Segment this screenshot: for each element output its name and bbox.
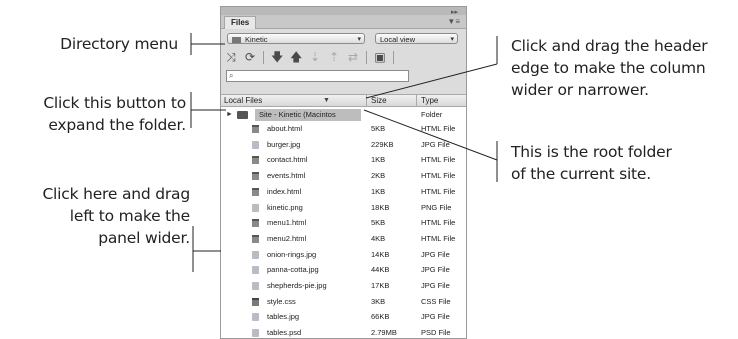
file-row[interactable]: tables.jpg 66KB JPG File bbox=[221, 310, 466, 324]
image-file-icon bbox=[252, 282, 259, 290]
toolbar-directory: Kinetic ▾ Local view ▾ bbox=[221, 29, 466, 47]
expand-panel-icon[interactable]: ▣ bbox=[374, 50, 386, 64]
panel-tab-row: Files ▼≡ bbox=[221, 15, 466, 29]
column-header-size[interactable]: Size bbox=[371, 95, 387, 106]
css-file-icon bbox=[252, 297, 259, 306]
toolbar-separator bbox=[393, 50, 394, 64]
html-file-icon bbox=[252, 187, 259, 196]
view-menu[interactable]: Local view ▾ bbox=[375, 33, 458, 44]
image-file-icon bbox=[252, 203, 259, 212]
file-row[interactable]: about.html 5KB HTML File bbox=[221, 122, 466, 136]
toolbar-separator bbox=[263, 50, 264, 64]
image-file-icon bbox=[252, 313, 259, 322]
folder-icon bbox=[232, 37, 241, 43]
panel-menu-icon[interactable]: ▼≡ bbox=[447, 17, 460, 26]
file-row[interactable]: burger.jpg 229KB JPG File bbox=[221, 138, 466, 152]
connect-icon[interactable]: ⤨ bbox=[225, 50, 237, 64]
files-panel: ▸▸ Files ▼≡ Kinetic ▾ Local view ▾ ⤨ ⟳ 🡇… bbox=[220, 6, 467, 339]
sort-arrow-icon[interactable]: ▼ bbox=[323, 95, 330, 106]
column-header-local-files[interactable]: Local Files bbox=[224, 95, 262, 106]
search-input[interactable]: ⌕ bbox=[226, 70, 409, 82]
file-row[interactable]: menu2.html 4KB HTML File bbox=[221, 232, 466, 246]
file-row[interactable]: index.html 1KB HTML File bbox=[221, 185, 466, 199]
image-file-icon bbox=[252, 266, 259, 275]
refresh-icon[interactable]: ⟳ bbox=[244, 50, 256, 64]
root-folder-row[interactable]: ► Site - Kinetic (Macintos Folder bbox=[221, 108, 466, 122]
expand-triangle-icon[interactable]: ► bbox=[226, 108, 233, 122]
html-file-icon bbox=[252, 156, 259, 165]
callout-expand-folder: Click this button to expand the folder. bbox=[43, 94, 186, 134]
file-row[interactable]: menu1.html 5KB HTML File bbox=[221, 216, 466, 230]
html-file-icon bbox=[252, 125, 259, 133]
column-resize-handle[interactable] bbox=[366, 95, 367, 106]
callout-root-folder: This is the root folder of the current s… bbox=[511, 143, 672, 183]
image-file-icon bbox=[252, 250, 259, 259]
html-file-icon bbox=[252, 234, 259, 243]
chevron-down-icon: ▾ bbox=[357, 36, 361, 43]
put-files-icon[interactable]: 🡅 bbox=[290, 50, 302, 64]
image-file-icon bbox=[252, 329, 259, 338]
list-header: Local Files ▼ Size Type bbox=[221, 94, 466, 107]
chevron-down-icon: ▾ bbox=[450, 36, 454, 43]
html-file-icon bbox=[252, 219, 259, 228]
file-row[interactable]: contact.html 1KB HTML File bbox=[221, 153, 466, 167]
file-row[interactable]: style.css 3KB CSS File bbox=[221, 295, 466, 309]
search-icon: ⌕ bbox=[229, 71, 234, 80]
callout-drag-panel: Click here and drag left to make the pan… bbox=[42, 185, 190, 247]
toolbar-separator bbox=[366, 50, 367, 64]
file-list: ► Site - Kinetic (Macintos Folder about.… bbox=[221, 107, 466, 338]
image-file-icon bbox=[252, 140, 259, 149]
column-header-type[interactable]: Type bbox=[421, 95, 438, 106]
file-row[interactable]: panna-cotta.jpg 44KB JPG File bbox=[221, 263, 466, 277]
file-row[interactable]: kinetic.png 18KB PNG File bbox=[221, 201, 466, 215]
tab-files[interactable]: Files bbox=[224, 16, 257, 29]
file-row[interactable]: events.html 2KB HTML File bbox=[221, 169, 466, 183]
check-in-icon[interactable]: ⇡ bbox=[328, 50, 340, 64]
file-row[interactable]: onion-rings.jpg 14KB JPG File bbox=[221, 248, 466, 262]
callout-directory-menu: Directory menu bbox=[60, 35, 178, 53]
file-row[interactable]: tables.psd 2.79MB PSD File bbox=[221, 326, 466, 338]
synchronize-icon[interactable]: ⇄ bbox=[347, 50, 359, 64]
column-resize-handle[interactable] bbox=[416, 95, 417, 106]
panel-titlebar[interactable]: ▸▸ bbox=[221, 7, 466, 16]
directory-menu[interactable]: Kinetic ▾ bbox=[227, 33, 365, 44]
file-row[interactable]: shepherds-pie.jpg 17KB JPG File bbox=[221, 279, 466, 293]
html-file-icon bbox=[252, 172, 259, 181]
toolbar-actions: ⤨ ⟳ 🡇 🡅 ⇣ ⇡ ⇄ ▣ bbox=[225, 49, 466, 65]
callout-column-width: Click and drag the header edge to make t… bbox=[511, 37, 708, 99]
check-out-icon[interactable]: ⇣ bbox=[309, 50, 321, 64]
folder-icon bbox=[237, 111, 248, 119]
get-files-icon[interactable]: 🡇 bbox=[271, 50, 283, 64]
